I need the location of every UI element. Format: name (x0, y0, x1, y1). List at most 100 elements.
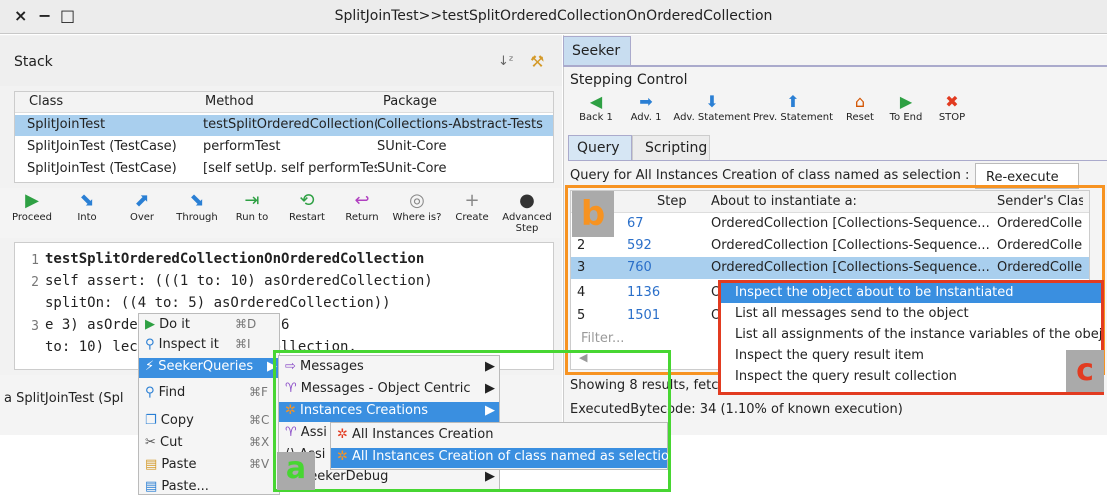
seeker-icon: ⚡ (145, 359, 159, 374)
toolbar-through-button[interactable]: ⬊ Through (169, 190, 225, 223)
toolbar-run-to-button[interactable]: ⇥ Run to (224, 190, 280, 223)
menu-item-copy[interactable]: ❐ Copy ⌘C (139, 412, 279, 432)
cell-method: performTest (203, 139, 281, 154)
down-arrow-icon: ⬇ (705, 92, 719, 111)
menu-label: Paste... (161, 479, 209, 494)
tab-scripting[interactable]: Scripting (632, 135, 710, 161)
run-to-icon: ⇥ (244, 190, 260, 211)
stack-title: Stack (14, 54, 53, 70)
code-line: self assert: (((1 to: 10) asOrderedColle… (45, 273, 433, 289)
maximize-window-button[interactable]: □ (60, 6, 75, 26)
tab-seeker[interactable]: Seeker (563, 36, 631, 66)
up-arrow-icon: ⬆ (786, 92, 800, 111)
stop-button[interactable]: ✖ STOP (932, 92, 972, 123)
menu-label: Copy (160, 413, 194, 428)
toolbar-label: Through (176, 212, 218, 223)
table-row[interactable]: SplitJoinTest (TestCase) [self setUp. se… (15, 159, 553, 180)
cell-class: SplitJoinTest (TestCase) (27, 139, 177, 154)
cell-package: SUnit-Core (377, 161, 447, 176)
toolbar-return-button[interactable]: ↩ Return (334, 190, 390, 223)
toolbar-restart-button[interactable]: ⟲ Restart (279, 190, 335, 223)
shortcut-label: ⌘I (235, 337, 251, 351)
column-header-package[interactable]: Package (383, 94, 437, 109)
toolbar-label: Create (455, 212, 489, 223)
menu-item-do-it[interactable]: ▶ Do it ⌘D (139, 316, 279, 336)
minimize-window-button[interactable]: − (38, 6, 51, 26)
table-row[interactable]: SplitJoinTest testSplitOrderedCollection… (15, 115, 553, 136)
code-line: splitOn: ((4 to: 5) asOrderedCollection)… (45, 295, 391, 311)
menu-label: Do it (159, 317, 190, 332)
table-row[interactable]: SplitJoinTest (TestCase) performTest SUn… (15, 137, 553, 158)
shortcut-label: ⌘V (249, 457, 270, 471)
copy-icon: ❐ (145, 413, 161, 428)
to-end-icon: ▶ (899, 92, 913, 111)
column-header-class[interactable]: Class (29, 94, 63, 109)
advanced-step-icon: ● (519, 190, 535, 211)
toolbar-where-is-button[interactable]: ◎ Where is? (389, 190, 445, 223)
menu-label: SeekerQueries (158, 359, 254, 374)
status-text: a SplitJoinTest (Spl (4, 391, 124, 406)
divider (568, 160, 1107, 161)
toolbar-label: Run to (235, 212, 269, 223)
create-icon: + (464, 190, 480, 211)
toolbar-over-button[interactable]: ⬈ Over (114, 190, 170, 223)
sort-icon[interactable]: ↓ᶻ (498, 54, 514, 69)
advance-statement-button[interactable]: ⬇ Adv. Statement (672, 92, 752, 123)
play-icon: ▶ (145, 317, 160, 332)
toolbar-proceed-button[interactable]: ▶ Proceed (4, 190, 60, 223)
tab-query[interactable]: Query (568, 135, 632, 161)
wrench-icon[interactable]: ⚒ (530, 52, 544, 71)
step-label: Back 1 (579, 112, 613, 123)
forward-icon: ➡ (639, 92, 653, 111)
cell-class: SplitJoinTest (TestCase) (27, 161, 177, 176)
back-1-button[interactable]: ◀ Back 1 (574, 92, 618, 123)
menu-item-inspect-object[interactable]: Inspect the object about to be Instantia… (735, 285, 1014, 300)
shortcut-label: ⌘F (249, 385, 268, 399)
editor-context-menu: ▶ Do it ⌘D ⚲ Inspect it ⌘I ⚡ SeekerQueries… (138, 313, 280, 495)
stack-header: Stack ↓ᶻ ⚒ (0, 36, 562, 86)
shortcut-label: ⌘D (235, 317, 257, 331)
stack-table-header: Class Method Package (15, 92, 553, 113)
menu-item-inspect-it[interactable]: ⚲ Inspect it ⌘I (139, 336, 279, 356)
into-icon: ⬊ (79, 190, 95, 211)
menu-label: Find (158, 385, 186, 400)
column-header-method[interactable]: Method (205, 94, 254, 109)
step-label: To End (889, 112, 923, 123)
menu-item-inspect-result-collection[interactable]: Inspect the query result collection (735, 369, 957, 384)
reset-button[interactable]: ⌂ Reset (840, 92, 880, 123)
shortcut-label: ⌘X (249, 435, 270, 449)
stepping-control-title: Stepping Control (570, 72, 688, 88)
menu-item-cut[interactable]: ✂ Cut ⌘X (139, 434, 279, 454)
menu-item-seeker-queries[interactable]: ⚡ SeekerQueries ▶ (139, 358, 279, 378)
close-window-button[interactable]: × (14, 6, 27, 26)
stop-icon: ✖ (945, 92, 959, 111)
return-icon: ↩ (354, 190, 370, 211)
advance-1-button[interactable]: ➡ Adv. 1 (624, 92, 668, 123)
toolbar-into-button[interactable]: ⬊ Into (59, 190, 115, 223)
step-label: Prev. Statement (752, 112, 834, 123)
line-number: 2 (31, 275, 39, 290)
search-icon: ⚲ (145, 385, 159, 400)
menu-item-paste-more[interactable]: ▤ Paste... (139, 478, 279, 498)
scissors-icon: ✂ (145, 435, 161, 450)
cell-class: SplitJoinTest (27, 117, 106, 132)
toolbar-label: Over (129, 212, 155, 223)
menu-item-list-assignments[interactable]: List all assignments of the instance var… (735, 327, 1101, 342)
window-title: SplitJoinTest>>testSplitOrderedCollectio… (334, 8, 773, 24)
annotation-label-b: b (572, 191, 614, 237)
toolbar-create-button[interactable]: + Create (444, 190, 500, 223)
to-end-button[interactable]: ▶ To End (886, 92, 926, 123)
back-icon: ◀ (589, 92, 603, 111)
restart-icon: ⟲ (299, 190, 315, 211)
previous-statement-button[interactable]: ⬆ Prev. Statement (752, 92, 834, 123)
step-label: Reset (846, 112, 874, 123)
menu-item-find[interactable]: ⚲ Find ⌘F (139, 384, 279, 404)
menu-item-list-messages[interactable]: List all messages send to the object (735, 306, 969, 321)
toolbar-advanced-step-button[interactable]: ● Advanced Step (499, 190, 555, 234)
paste-icon: ▤ (145, 479, 162, 494)
menu-item-paste[interactable]: ▤ Paste ⌘V (139, 456, 279, 476)
menu-item-inspect-result-item[interactable]: Inspect the query result item (735, 348, 924, 363)
line-number: 1 (31, 253, 39, 268)
toolbar-label: Return (345, 212, 379, 223)
cell-package: SUnit-Core (377, 139, 447, 154)
